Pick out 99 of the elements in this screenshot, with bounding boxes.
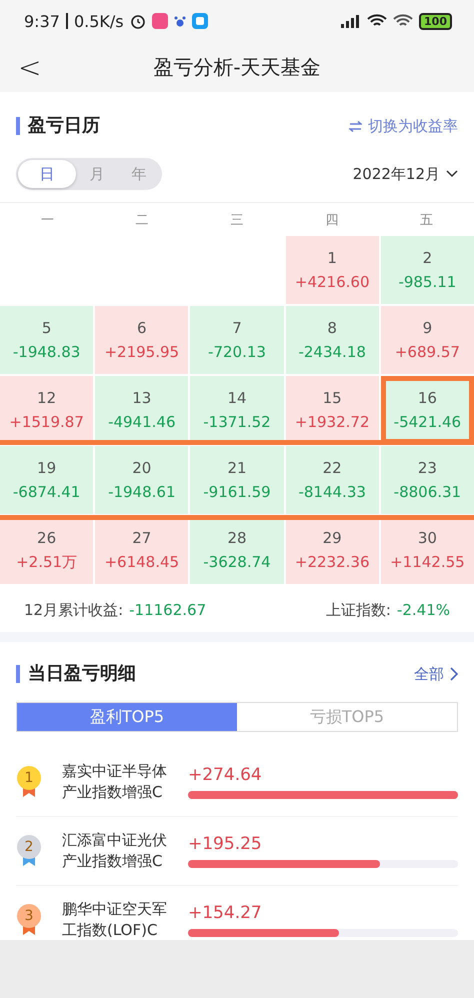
day-value: +4216.60 [294,273,370,291]
day-cell[interactable]: 6 +2195.95 [95,306,188,374]
fund-name[interactable]: 嘉实中证半导体产业指数增强C [62,761,172,803]
day-cell[interactable]: 21 -9161.59 [190,446,284,514]
fund-name[interactable]: 鹏华中证空天军工指数(LOF)C [62,899,172,940]
day-number: 23 [418,459,437,477]
day-cell[interactable]: 23 -8806.31 [380,446,474,514]
network-speed: 0.5K/s [74,12,124,30]
back-button[interactable]: < [18,50,42,84]
swap-icon [349,120,362,132]
switch-link[interactable]: 切换为收益率 [349,116,458,136]
day-number: 21 [227,459,247,477]
day-number: 15 [322,389,342,407]
signal-icon [339,14,362,28]
day-cell[interactable]: 7 -720.13 [190,306,284,374]
medal-icon [16,904,42,936]
weekday-label: 五 [419,212,434,228]
day-value: -8144.33 [298,483,366,501]
day-number: 16 [418,389,437,407]
day-value: +2.51万 [16,552,78,572]
page-title: 盈亏分析-天天基金 [153,54,321,80]
day-value: +1142.55 [390,553,465,571]
summary-label: 12月累计收益: [24,600,124,620]
day-number: 2 [422,249,432,267]
day-cell[interactable]: 1 +4216.60 [286,236,379,304]
day-value: -4941.46 [108,413,176,431]
weekday-label: 三 [229,212,244,228]
profit-value: +195.25 [188,834,263,854]
day-number: 20 [132,459,152,477]
day-value: -720.13 [208,343,266,361]
day-number: 27 [132,529,152,547]
day-value: +6148.45 [104,553,180,571]
profit-value: +274.64 [188,765,263,785]
month-picker[interactable]: 2022年12月 [352,164,458,184]
day-number: 30 [418,529,437,547]
paw-icon [174,14,186,28]
day-number: 14 [227,389,247,407]
app-icon [192,13,208,29]
rank-number: 1 [24,770,34,786]
day-cell[interactable]: 22 -8144.33 [286,446,379,514]
day-value: -1948.83 [12,343,80,361]
ranking-tab[interactable]: 盈利TOP5 [17,703,237,731]
day-number: 22 [322,459,342,477]
wifi-icon [367,14,388,28]
rank-number: 2 [24,839,34,855]
summary-value: -2.41% [396,600,450,620]
battery-level: 100 [419,12,452,30]
day-cell[interactable]: 19 -6874.41 [0,446,94,514]
day-value: -9161.59 [203,483,271,501]
profit-value: +154.27 [188,903,263,923]
day-value: -1948.61 [108,483,176,501]
day-value: +689.57 [394,343,460,361]
day-number: 8 [327,319,337,337]
day-value: +2195.95 [104,343,180,361]
day-number: 6 [137,319,147,337]
day-value: -6874.41 [12,483,80,501]
day-number: 9 [422,319,432,337]
day-value: +2232.36 [294,553,370,571]
alarm-icon [130,13,146,29]
status-time: 9:37 [24,12,60,30]
chevron-down-icon [446,170,458,178]
day-cell[interactable]: 9 +689.57 [380,306,474,374]
day-number: 12 [37,389,56,407]
weekday-label: 一 [40,212,55,228]
chevron-right-icon [450,667,458,681]
section-title: 当日盈亏明细 [16,665,136,683]
medal-icon [16,766,42,798]
rank-number: 3 [24,908,34,924]
summary-value: -11162.67 [129,600,206,620]
day-number: 19 [37,459,56,477]
summary-label: 上证指数: [326,600,391,620]
weekday-label: 二 [134,212,150,228]
day-value: -1371.52 [203,413,271,431]
day-value: -8806.31 [394,483,462,501]
day-number: 13 [132,389,152,407]
day-number: 28 [227,529,247,547]
day-value: +1932.72 [294,413,370,431]
day-value: +1519.87 [9,413,84,431]
day-cell[interactable]: 5 -1948.83 [0,306,94,374]
period-tab[interactable]: 日 [18,160,76,188]
section-title: 盈亏日历 [16,117,100,135]
day-number: 5 [42,319,52,337]
weekday-label: 四 [324,212,340,228]
wifi-icon [393,14,414,28]
day-cell[interactable]: 20 -1948.61 [95,446,188,514]
fund-name[interactable]: 汇添富中证光伏产业指数增强C [62,830,172,872]
view-all-link[interactable]: 全部 [414,664,458,684]
day-number: 26 [37,528,56,546]
day-number: 29 [322,529,342,547]
app-icon [152,13,168,29]
day-cell[interactable]: 2 -985.11 [380,236,474,304]
day-value: -5421.46 [394,413,462,431]
day-cell[interactable]: 8 -2434.18 [286,306,379,374]
day-value: -2434.18 [298,343,366,361]
day-number: 7 [232,319,242,337]
day-value: -3628.74 [203,553,271,571]
medal-icon [16,835,42,867]
day-number: 1 [327,249,337,267]
day-value: -985.11 [398,273,456,291]
